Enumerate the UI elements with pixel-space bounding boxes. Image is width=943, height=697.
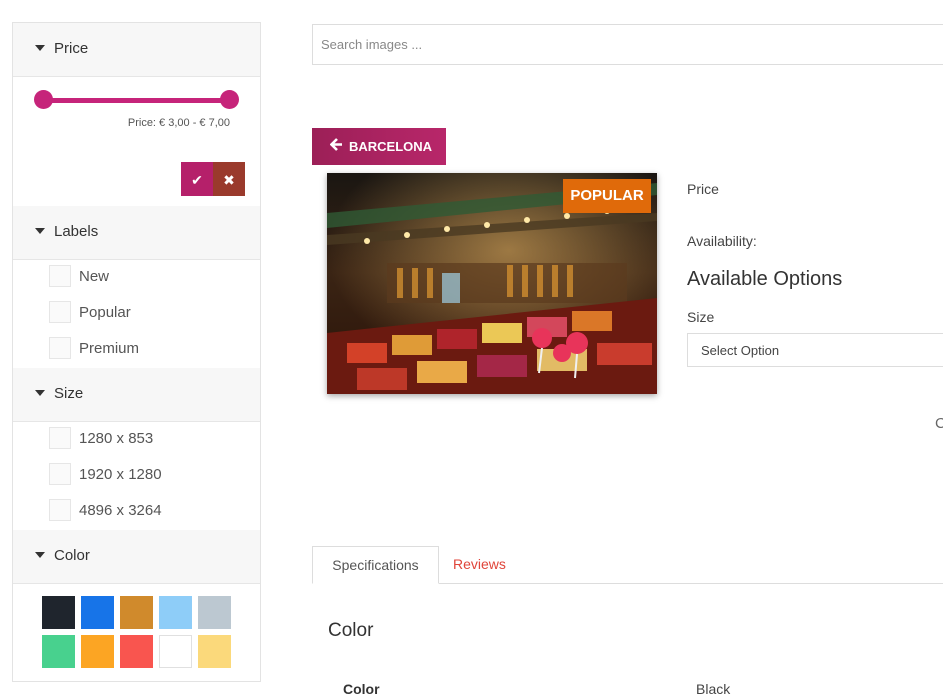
filter-header-size[interactable]: Size	[13, 368, 260, 422]
filter-title-size: Size	[54, 385, 84, 402]
available-options-title: Available Options	[687, 268, 843, 290]
clear-price-button[interactable]: ✖	[213, 162, 245, 196]
option-label: 4896 x 3264	[79, 502, 162, 519]
caret-down-icon	[35, 228, 45, 234]
price-slider-max-handle[interactable]	[220, 90, 239, 109]
filter-title-labels: Labels	[54, 223, 99, 240]
filter-title-color: Color	[54, 547, 90, 564]
filter-header-price[interactable]: Price	[13, 23, 260, 77]
option-label: Premium	[79, 340, 140, 357]
x-icon: ✖	[223, 172, 235, 188]
size-option-label: Size	[687, 309, 715, 325]
search-input[interactable]: Search images ...	[312, 24, 943, 65]
apply-price-button[interactable]: ✔	[181, 162, 213, 196]
color-swatch[interactable]	[198, 596, 231, 629]
truncated-text: C	[935, 415, 943, 432]
search-placeholder: Search images ...	[321, 37, 423, 52]
back-button-label: BARCELONA	[349, 139, 433, 154]
spec-section-title: Color	[328, 620, 374, 641]
color-swatch[interactable]	[42, 635, 75, 668]
size-select-value: Select Option	[701, 343, 780, 358]
checkbox[interactable]	[49, 265, 71, 287]
color-swatch[interactable]	[159, 635, 192, 668]
price-label: Price	[687, 181, 719, 197]
filter-header-labels[interactable]: Labels	[13, 206, 260, 260]
checkbox[interactable]	[49, 463, 71, 485]
availability-label: Availability:	[687, 233, 757, 249]
color-swatch[interactable]	[120, 596, 153, 629]
caret-down-icon	[35, 45, 45, 51]
color-swatch[interactable]	[81, 596, 114, 629]
checkbox[interactable]	[49, 337, 71, 359]
check-icon: ✔	[191, 172, 203, 188]
spec-value: Black	[696, 681, 731, 697]
filter-title-price: Price	[54, 40, 89, 57]
color-swatch[interactable]	[81, 635, 114, 668]
filter-header-color[interactable]: Color	[13, 530, 260, 584]
option-label: 1920 x 1280	[79, 466, 162, 483]
price-slider-min-handle[interactable]	[34, 90, 53, 109]
option-label: 1280 x 853	[79, 430, 154, 447]
filter-sidebar: Price Price: € 3,00 - € 7,00 ✔ ✖ Labels …	[12, 22, 261, 682]
price-range-label: Price: € 3,00 - € 7,00	[127, 117, 230, 129]
checkbox[interactable]	[49, 301, 71, 323]
tab-specifications[interactable]: Specifications	[312, 546, 439, 584]
checkbox[interactable]	[49, 499, 71, 521]
color-swatch[interactable]	[42, 596, 75, 629]
popular-badge: POPULAR	[563, 179, 651, 213]
color-swatch[interactable]	[159, 596, 192, 629]
color-swatch[interactable]	[198, 635, 231, 668]
caret-down-icon	[35, 390, 45, 396]
option-label: New	[79, 268, 110, 285]
checkbox[interactable]	[49, 427, 71, 449]
color-swatch[interactable]	[120, 635, 153, 668]
caret-down-icon	[35, 552, 45, 558]
back-to-barcelona-button[interactable]: BARCELONA	[312, 128, 446, 165]
size-select[interactable]: Select Option	[687, 333, 943, 367]
option-label: Popular	[79, 304, 131, 321]
spec-key: Color	[343, 681, 380, 697]
price-slider-track[interactable]	[43, 98, 231, 103]
arrow-left-icon	[329, 138, 343, 154]
tab-reviews[interactable]: Reviews	[453, 556, 506, 572]
